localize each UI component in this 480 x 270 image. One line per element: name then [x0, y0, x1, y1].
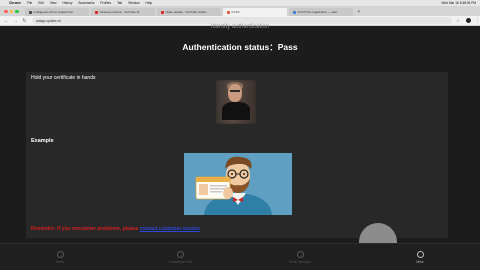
- example-label: Example: [31, 138, 54, 144]
- menu-app-chrome[interactable]: Chrome: [9, 1, 21, 5]
- menu-tab[interactable]: Tab: [117, 1, 122, 5]
- certificate-panel: Hold your certificate in hands Example R…: [26, 72, 448, 238]
- browser-tab[interactable]: Channel content - YouTube St: [90, 8, 155, 16]
- nav-stock-manager[interactable]: Stock Manager: [240, 244, 360, 270]
- bottom-navigation: Home Transaction Hall Stock Manager Mine: [0, 243, 480, 270]
- page-subheading: Identity authentication: [210, 24, 270, 30]
- menu-view[interactable]: View: [50, 1, 57, 5]
- browser-tab-strip: Intelligence Prime Capital Ser Channel c…: [0, 6, 480, 16]
- nav-stock-manager-label: Stock Manager: [288, 259, 312, 264]
- nav-mine[interactable]: Mine: [360, 244, 480, 270]
- tab-favicon-icon: [226, 10, 230, 14]
- maximize-window-icon[interactable]: [15, 9, 19, 13]
- tab-title: CCFX: [231, 10, 240, 14]
- menubar-clock[interactable]: Wed Mar 16 5:38:09 PM: [442, 1, 477, 5]
- authentication-status-title: Authentication status：Pass: [182, 42, 298, 52]
- menu-edit[interactable]: Edit: [38, 1, 44, 5]
- stock-icon: [296, 250, 304, 258]
- close-window-icon[interactable]: [4, 9, 8, 13]
- example-illustration: [184, 153, 292, 215]
- tab-title: Intelligence Prime Capital Ser: [33, 10, 74, 14]
- back-icon[interactable]: ←: [4, 18, 9, 24]
- page-content: Identity authentication Authentication s…: [0, 24, 480, 261]
- forward-icon[interactable]: →: [13, 18, 18, 24]
- tab-favicon-icon: [292, 10, 296, 14]
- browser-tab[interactable]: CCFX Pre-registration — sleu: [288, 8, 353, 16]
- menu-bookmarks[interactable]: Bookmarks: [78, 1, 94, 5]
- nav-transaction-hall[interactable]: Transaction Hall: [120, 244, 240, 270]
- tab-title: Channel content - YouTube St: [99, 10, 140, 14]
- home-icon: [56, 250, 64, 258]
- transaction-icon: [176, 250, 184, 258]
- contact-customer-service-link[interactable]: contact customer service: [140, 226, 200, 232]
- new-tab-icon[interactable]: +: [358, 9, 361, 15]
- window-controls: [4, 9, 19, 13]
- tab-favicon-icon: [28, 10, 32, 14]
- minimize-window-icon[interactable]: [9, 9, 13, 13]
- user-photo: [216, 80, 256, 124]
- youtube-icon: [160, 10, 164, 14]
- nav-home[interactable]: Home: [0, 244, 120, 270]
- profile-avatar[interactable]: [466, 18, 471, 23]
- tab-title: CCFX Pre-registration — sleu: [297, 10, 338, 14]
- browser-tab[interactable]: Video details - YouTube Studio: [156, 8, 221, 16]
- address-bar[interactable]: adapp.cpatex.ch: [32, 17, 452, 24]
- reminder-text: Reminder: If you encounter problems, ple…: [31, 226, 200, 232]
- menu-profiles[interactable]: Profiles: [100, 1, 111, 5]
- menu-file[interactable]: File: [27, 1, 32, 5]
- browser-tab[interactable]: Intelligence Prime Capital Ser: [24, 8, 89, 16]
- browser-tab-active[interactable]: CCFX: [222, 8, 287, 16]
- hold-certificate-label: Hold your certificate in hands: [31, 75, 96, 81]
- reload-icon[interactable]: ↻: [22, 18, 27, 24]
- menu-help[interactable]: Help: [146, 1, 153, 5]
- bookmark-star-icon[interactable]: ☆: [456, 18, 460, 24]
- menu-history[interactable]: History: [63, 1, 73, 5]
- user-icon: [416, 250, 424, 258]
- nav-transaction-hall-label: Transaction Hall: [168, 259, 192, 264]
- reminder-prefix: Reminder: If you encounter problems, ple…: [31, 226, 140, 232]
- menu-window[interactable]: Window: [128, 1, 139, 5]
- tab-title: Video details - YouTube Studio: [165, 10, 207, 14]
- youtube-icon: [94, 10, 98, 14]
- more-menu-icon[interactable]: ⋮: [475, 18, 480, 24]
- nav-home-label: Home: [55, 259, 65, 264]
- url-text: adapp.cpatex.ch: [36, 18, 61, 23]
- nav-mine-label: Mine: [416, 259, 424, 264]
